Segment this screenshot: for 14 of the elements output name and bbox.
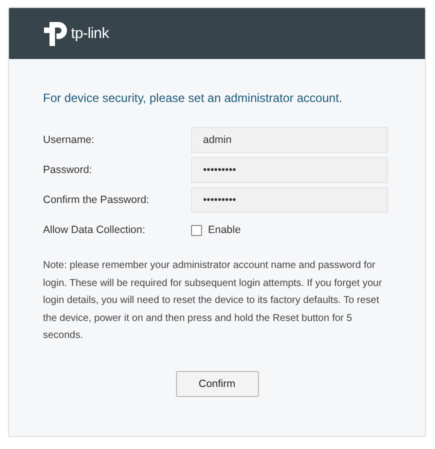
input-field[interactable]: ••••••••• — [191, 187, 388, 213]
input-field[interactable]: ••••••••• — [191, 157, 388, 183]
brand-name: tp-link — [71, 25, 109, 42]
checkbox-label: Enable — [208, 224, 241, 236]
field-label: Allow Data Collection: — [43, 224, 146, 236]
field-label: Password: — [43, 164, 94, 176]
checkbox[interactable] — [191, 224, 202, 236]
input-field[interactable]: admin — [191, 127, 388, 153]
page-heading: For device security, please set an administrator account. — [43, 91, 344, 105]
field-label: Username: — [43, 134, 96, 146]
confirm-button[interactable]: Confirm — [176, 370, 258, 396]
note-text: Note: please remember your administrator account name and password for login. These will be required for subsequent login attempts. If you forget your login details, you will need to reset the device to its factory defaults. To reset the device, power it on and then press and hold the Reset button for 5 seconds. — [43, 259, 383, 343]
logo-icon — [44, 22, 69, 46]
field-label: Confirm the Password: — [43, 194, 150, 206]
